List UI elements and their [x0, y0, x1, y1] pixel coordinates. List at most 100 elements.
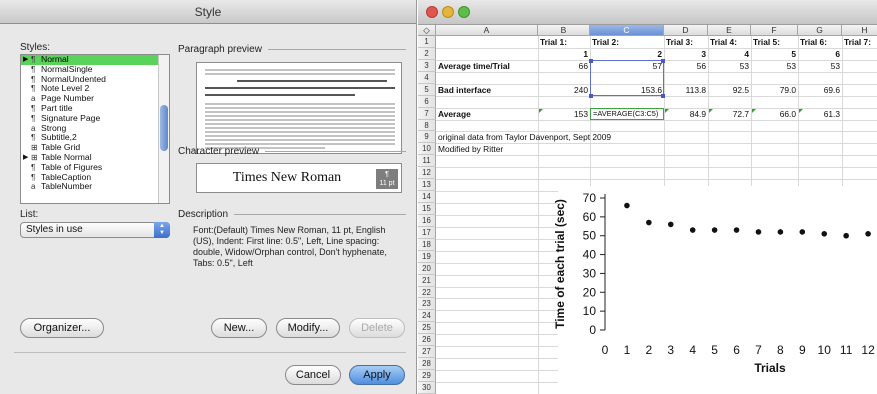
style-name: TableCaption — [41, 171, 92, 182]
preview-text-line — [237, 80, 387, 82]
style-name: NormalSingle — [41, 63, 93, 74]
dialog-title: Style — [0, 0, 416, 24]
style-name: Table Grid — [41, 142, 81, 153]
data-point — [865, 231, 871, 237]
x-axis-title: Trials — [754, 361, 786, 375]
y-tick-label: 30 — [583, 266, 597, 280]
y-tick-label: 60 — [583, 210, 597, 224]
data-point — [624, 202, 630, 209]
paragraph-style-icon: ¶ — [31, 103, 36, 113]
style-dialog: Style Styles: ▶ ¶ Normal ¶ NormalSingle ¶ Norm… — [0, 0, 417, 394]
x-tick-label: 1 — [624, 343, 631, 357]
preview-text-line — [205, 119, 395, 121]
x-tick-label: 8 — [777, 343, 784, 357]
x-tick-label: 6 — [733, 343, 740, 357]
character-preview-size: ¶ 11 pt — [376, 169, 398, 189]
style-name: Page Number — [41, 93, 95, 104]
style-name: Strong — [41, 122, 67, 133]
paragraph-style-icon: ¶ — [31, 64, 36, 74]
preview-text-line — [205, 115, 395, 117]
style-name: TableNumber — [41, 181, 93, 192]
x-tick-label: 3 — [667, 343, 674, 357]
y-tick-label: 40 — [583, 248, 597, 262]
preview-text-line — [205, 111, 395, 113]
cancel-button[interactable]: Cancel — [285, 365, 341, 385]
style-name: Subtitle,2 — [41, 132, 77, 143]
x-tick-label: 4 — [689, 343, 696, 357]
preview-text-line — [205, 103, 395, 105]
preview-text-line — [205, 87, 395, 89]
preview-text-line — [205, 131, 395, 133]
modify-button[interactable]: Modify... — [276, 318, 340, 338]
styles-label: Styles: — [20, 42, 51, 53]
disclosure-triangle-icon[interactable]: ▶ — [23, 55, 28, 65]
description-label: Description — [178, 209, 406, 220]
disclosure-triangle-icon[interactable]: ▶ — [23, 153, 28, 163]
paragraph-style-icon: ¶ — [31, 74, 36, 84]
x-tick-label: 2 — [646, 343, 653, 357]
table-style-icon: ⊞ — [31, 143, 38, 153]
paragraph-style-icon: ¶ — [31, 113, 36, 123]
data-point — [646, 219, 652, 226]
list-select-value: Styles in use — [26, 224, 83, 235]
data-point — [711, 227, 718, 233]
data-point — [689, 227, 696, 233]
styles-scrollbar[interactable] — [158, 55, 169, 203]
list-label: List: — [20, 209, 39, 220]
data-point — [799, 229, 806, 235]
organizer-button[interactable]: Organizer... — [20, 318, 104, 338]
style-name: NormalUndented — [41, 73, 106, 84]
style-name: Signature Page — [41, 112, 101, 123]
preview-text-line — [205, 135, 395, 137]
y-tick-label: 10 — [583, 304, 597, 318]
character-preview-label: Character preview — [178, 146, 406, 157]
y-tick-label: 70 — [583, 191, 597, 205]
description-text: Font:(Default) Times New Roman, 11 pt, E… — [193, 225, 387, 268]
x-tick-label: 10 — [818, 343, 832, 357]
data-point — [733, 227, 740, 233]
y-axis-title: Time of each trial (sec) — [553, 199, 567, 329]
data-point — [667, 221, 674, 228]
style-name: Table of Figures — [41, 161, 103, 172]
paragraph-preview — [196, 62, 402, 154]
character-style-icon: a — [31, 94, 36, 104]
preview-text-line — [205, 69, 395, 71]
updown-arrows-icon: ▲ ▼ — [154, 222, 170, 238]
x-tick-label: 11 — [840, 343, 853, 357]
preview-text-line — [205, 123, 395, 125]
character-preview-font: Times New Roman — [232, 170, 342, 185]
x-tick-label: 5 — [711, 343, 718, 357]
new-button[interactable]: New... — [211, 318, 267, 338]
dialog-divider — [14, 352, 406, 353]
y-tick-label: 50 — [583, 229, 597, 243]
spreadsheet-window: ◇ A B C D E F G H 1 2 3 4 5 6 7 8 9 10 11 12 13 14 15 16 17 18 19 20… — [418, 0, 877, 394]
styles-list-item[interactable]: a TableNumber — [21, 181, 169, 192]
paragraph-style-icon: ¶ — [31, 162, 36, 172]
apply-button[interactable]: Apply — [349, 365, 405, 385]
preview-text-line — [205, 107, 395, 109]
character-preview: Times New Roman ¶ 11 pt — [196, 163, 402, 193]
styles-list[interactable]: ▶ ¶ Normal ¶ NormalSingle ¶ NormalUndented ¶ Not… — [20, 54, 170, 204]
x-tick-label: 0 — [602, 343, 609, 357]
table-style-icon: ⊞ — [31, 152, 38, 162]
x-tick-label: 9 — [799, 343, 806, 357]
y-tick-label: 20 — [583, 285, 597, 299]
delete-button[interactable]: Delete — [349, 318, 405, 338]
list-select[interactable]: Styles in use ▲ ▼ — [20, 222, 170, 238]
style-name: Normal — [41, 54, 69, 64]
x-tick-label: 7 — [755, 343, 762, 357]
preview-text-line — [205, 73, 395, 75]
style-name: Part title — [41, 102, 73, 113]
preview-text-line — [205, 143, 395, 145]
paragraph-style-icon: ¶ — [31, 55, 36, 64]
styles-scroll-thumb[interactable] — [160, 105, 168, 151]
style-name: Note Level 2 — [41, 83, 90, 94]
data-point — [843, 232, 849, 239]
preview-text-line — [205, 94, 355, 96]
scatter-chart: 010203040506070012345678910111213TrialsT… — [553, 186, 877, 394]
character-style-icon: a — [31, 182, 36, 192]
preview-text-line — [205, 127, 395, 129]
x-tick-label: 12 — [861, 343, 875, 357]
character-style-icon: a — [31, 123, 36, 133]
paragraph-style-icon: ¶ — [31, 172, 36, 182]
